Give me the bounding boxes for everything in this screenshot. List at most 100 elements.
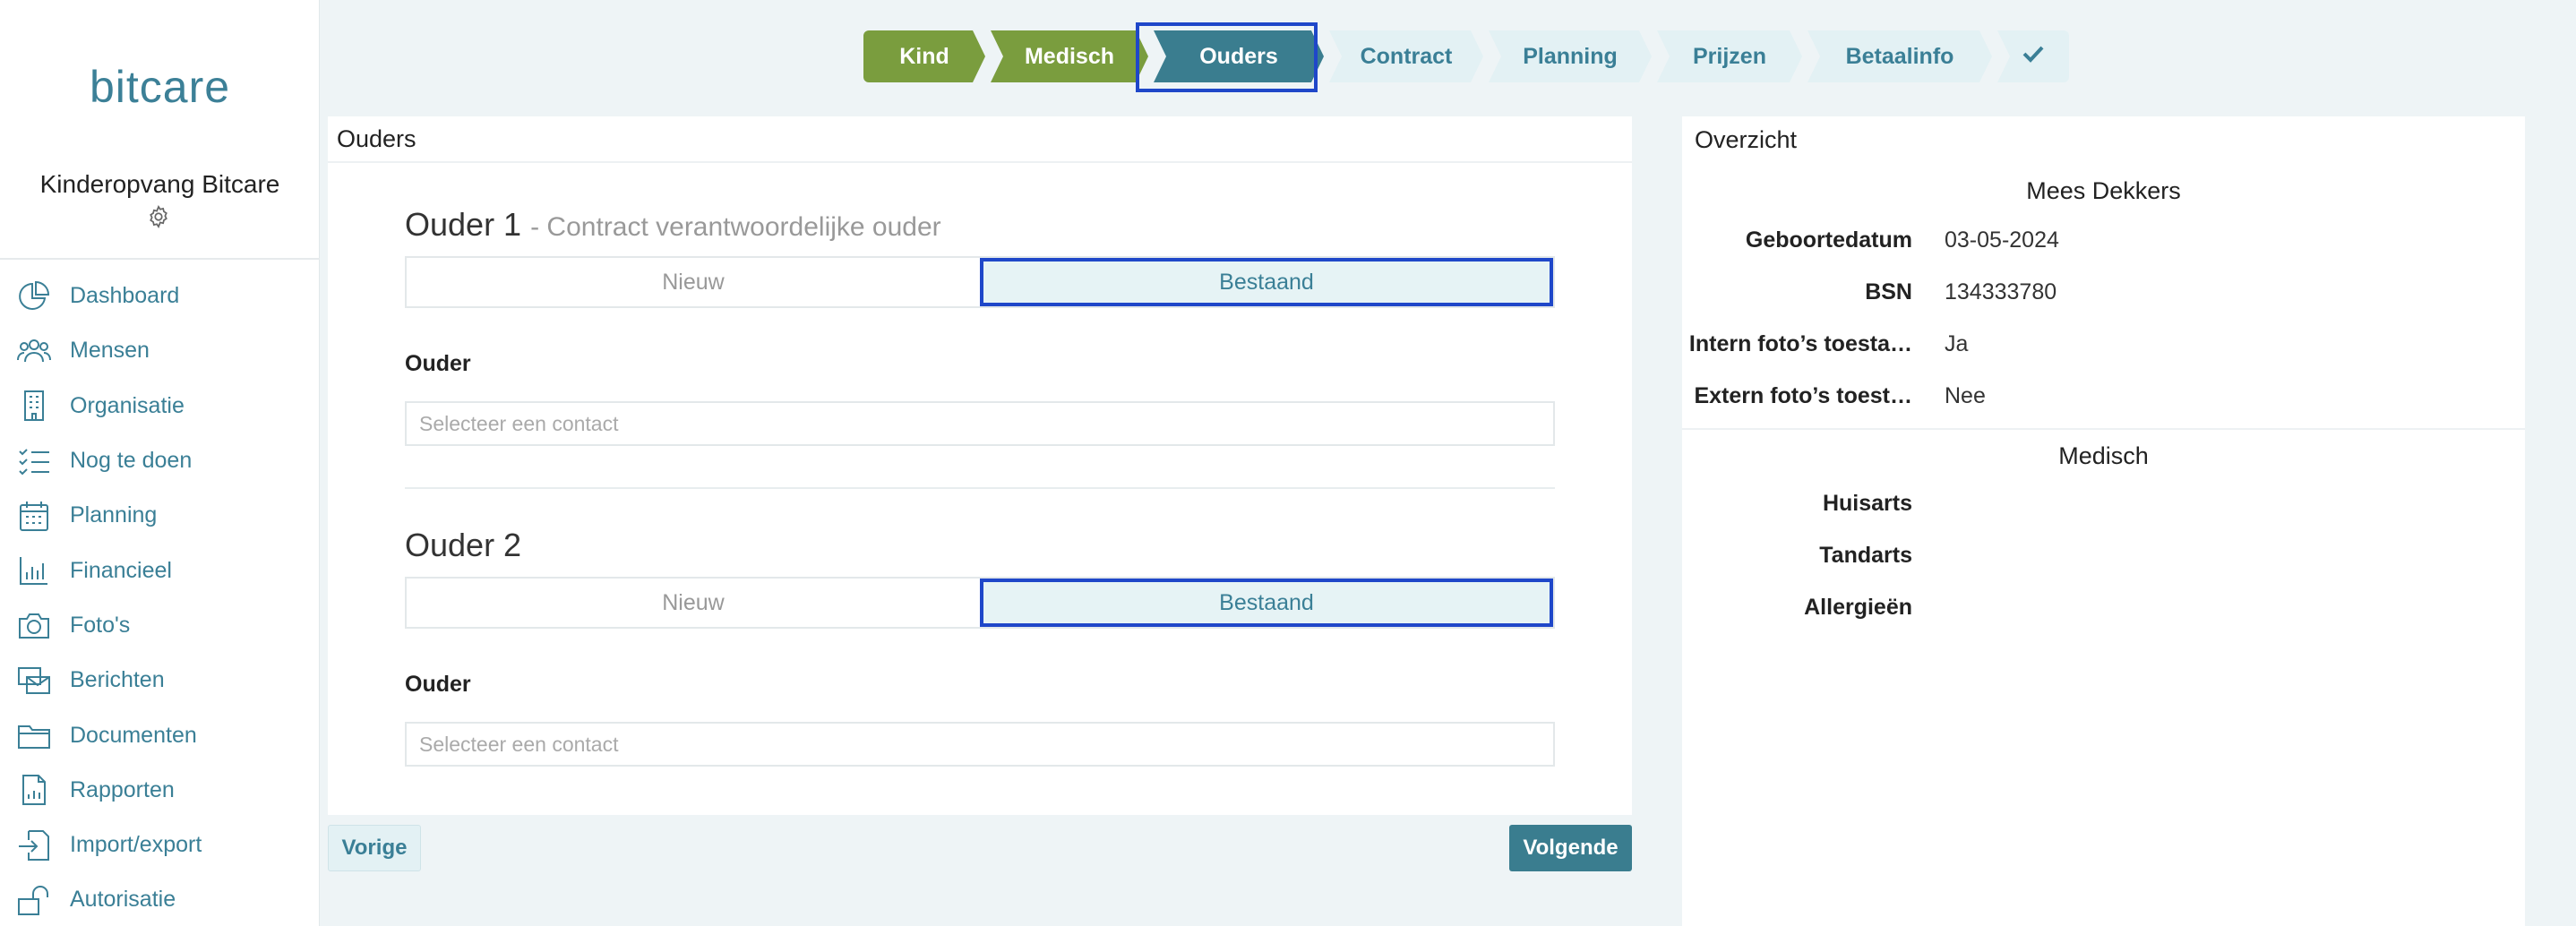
logo[interactable]: bitcare <box>0 61 320 113</box>
parent1-subtitle: - Contract verantwoordelijke ouder <box>530 212 941 242</box>
overview-row: Geboortedatum 03-05-2024 <box>1682 222 2525 258</box>
panel-title: Ouders <box>328 116 1632 163</box>
sidebar-item-label: Mensen <box>70 338 150 364</box>
messages-icon <box>14 661 54 700</box>
sidebar: bitcare Kinderopvang Bitcare Dashboard M… <box>0 0 320 926</box>
sidebar-item-label: Planning <box>70 502 158 528</box>
parent2-option-existing[interactable]: Bestaand <box>980 579 1553 627</box>
overview-key: Geboortedatum <box>1745 227 1912 253</box>
sidebar-item-label: Nog te doen <box>70 448 193 474</box>
parent1-type-toggle: Nieuw Bestaand <box>405 256 1555 308</box>
sidebar-item-mensen[interactable]: Mensen <box>0 323 320 378</box>
sidebar-item-documenten[interactable]: Documenten <box>0 707 320 762</box>
sidebar-item-label: Import/export <box>70 832 202 858</box>
medical-row: Huisarts <box>1682 485 2525 521</box>
parent1-field-label: Ouder <box>405 351 471 376</box>
step-label: Medisch <box>1024 43 1115 69</box>
bar-chart-icon <box>14 551 54 590</box>
camera-icon <box>14 605 54 645</box>
step-label: Betaalinfo <box>1845 43 1954 69</box>
overview-value: 134333780 <box>1945 279 2057 304</box>
sidebar-item-label: Berichten <box>70 667 165 693</box>
step-label: Planning <box>1523 43 1618 69</box>
parent1-option-new[interactable]: Nieuw <box>407 258 980 306</box>
calendar-icon <box>14 496 54 536</box>
medical-row: Tandarts <box>1682 537 2525 573</box>
step-label: Kind <box>899 43 949 69</box>
unlock-icon <box>14 880 54 920</box>
sidebar-item-nog-te-doen[interactable]: Nog te doen <box>0 433 320 488</box>
overview-row: BSN 134333780 <box>1682 274 2525 310</box>
step-medisch[interactable]: Medisch <box>991 30 1148 82</box>
sidebar-item-autorisatie[interactable]: Autorisatie <box>0 872 320 926</box>
sidebar-item-organisatie[interactable]: Organisatie <box>0 379 320 433</box>
sidebar-item-dashboard[interactable]: Dashboard <box>0 269 320 323</box>
gear-icon[interactable] <box>146 204 171 229</box>
step-betaalinfo[interactable]: Betaalinfo <box>1807 30 1992 82</box>
overview-divider <box>1682 428 2525 430</box>
overview-value: 03-05-2024 <box>1945 227 2059 253</box>
sidebar-item-berichten[interactable]: Berichten <box>0 653 320 707</box>
child-name: Mees Dekkers <box>2026 177 2181 204</box>
overview-row: Intern foto’s toesta… Ja <box>1682 326 2525 362</box>
overview-title: Overzicht <box>1695 125 1798 153</box>
sidebar-item-import-export[interactable]: Import/export <box>0 818 320 872</box>
overview-key: BSN <box>1865 279 1912 304</box>
medical-key: Huisarts <box>1822 490 1912 516</box>
sidebar-item-label: Financieel <box>70 557 172 583</box>
sidebar-item-planning[interactable]: Planning <box>0 488 320 543</box>
step-planning[interactable]: Planning <box>1489 30 1652 82</box>
medical-title: Medisch <box>2058 442 2149 469</box>
sidebar-item-rapporten[interactable]: Rapporten <box>0 763 320 818</box>
overview-panel: Overzicht Mees Dekkers Geboortedatum 03-… <box>1682 116 2525 926</box>
step-label: Prijzen <box>1693 43 1766 69</box>
overview-row: Extern foto’s toest… Nee <box>1682 378 2525 414</box>
building-icon <box>14 386 54 425</box>
sidebar-item-label: Autorisatie <box>70 887 176 913</box>
previous-button[interactable]: Vorige <box>328 825 421 871</box>
step-finish[interactable] <box>1997 30 2069 82</box>
overview-key: Intern foto’s toesta… <box>1688 330 1912 356</box>
parent2-field-label: Ouder <box>405 672 471 697</box>
step-label: Contract <box>1360 43 1453 69</box>
folder-icon <box>14 716 54 755</box>
overview-value: Ja <box>1945 330 1969 356</box>
overview-key: Extern foto’s toest… <box>1694 382 1912 408</box>
sidebar-item-label: Rapporten <box>70 776 175 802</box>
parent2-type-toggle: Nieuw Bestaand <box>405 577 1555 629</box>
parent1-option-existing[interactable]: Bestaand <box>980 258 1553 306</box>
sidebar-item-label: Foto's <box>70 612 131 638</box>
report-icon <box>14 770 54 810</box>
overview-value: Nee <box>1945 382 1986 408</box>
pie-chart-icon <box>14 277 54 316</box>
sidebar-item-label: Dashboard <box>70 283 180 309</box>
wizard-stepper: Kind Medisch Ouders Contract Planning Pr… <box>863 30 2074 82</box>
sidebar-item-label: Organisatie <box>70 392 185 418</box>
next-button[interactable]: Volgende <box>1509 825 1632 871</box>
checkmark-icon <box>2022 44 2045 70</box>
parents-panel: Ouders Ouder 1 - Contract verantwoordeli… <box>328 116 1632 815</box>
parent2-title: Ouder 2 <box>405 527 522 563</box>
parent1-title: Ouder 1 - Contract verantwoordelijke oud… <box>405 206 1555 244</box>
step-kind[interactable]: Kind <box>863 30 985 82</box>
section-divider <box>405 487 1555 489</box>
parent1-contact-select[interactable]: Selecteer een contact <box>405 401 1555 446</box>
parent1-title-text: Ouder 1 <box>405 206 522 243</box>
organization-name: Kinderopvang Bitcare <box>39 170 280 198</box>
step-contract[interactable]: Contract <box>1329 30 1483 82</box>
import-icon <box>14 826 54 865</box>
checklist-icon <box>14 442 54 481</box>
sidebar-divider <box>0 258 320 260</box>
medical-key: Tandarts <box>1819 542 1912 568</box>
step-prijzen[interactable]: Prijzen <box>1657 30 1802 82</box>
medical-key: Allergieën <box>1804 594 1912 620</box>
active-step-focus-outline <box>1136 22 1318 92</box>
parent1-section: Ouder 1 - Contract verantwoordelijke oud… <box>405 206 1555 446</box>
parent2-contact-select[interactable]: Selecteer een contact <box>405 722 1555 767</box>
parent2-section: Ouder 2 Nieuw Bestaand Ouder Selecteer e… <box>405 527 1555 767</box>
sidebar-item-financieel[interactable]: Financieel <box>0 543 320 597</box>
sidebar-item-label: Documenten <box>70 722 197 748</box>
parent2-option-new[interactable]: Nieuw <box>407 579 980 627</box>
sidebar-item-fotos[interactable]: Foto's <box>0 598 320 653</box>
medical-row: Allergieën <box>1682 589 2525 625</box>
